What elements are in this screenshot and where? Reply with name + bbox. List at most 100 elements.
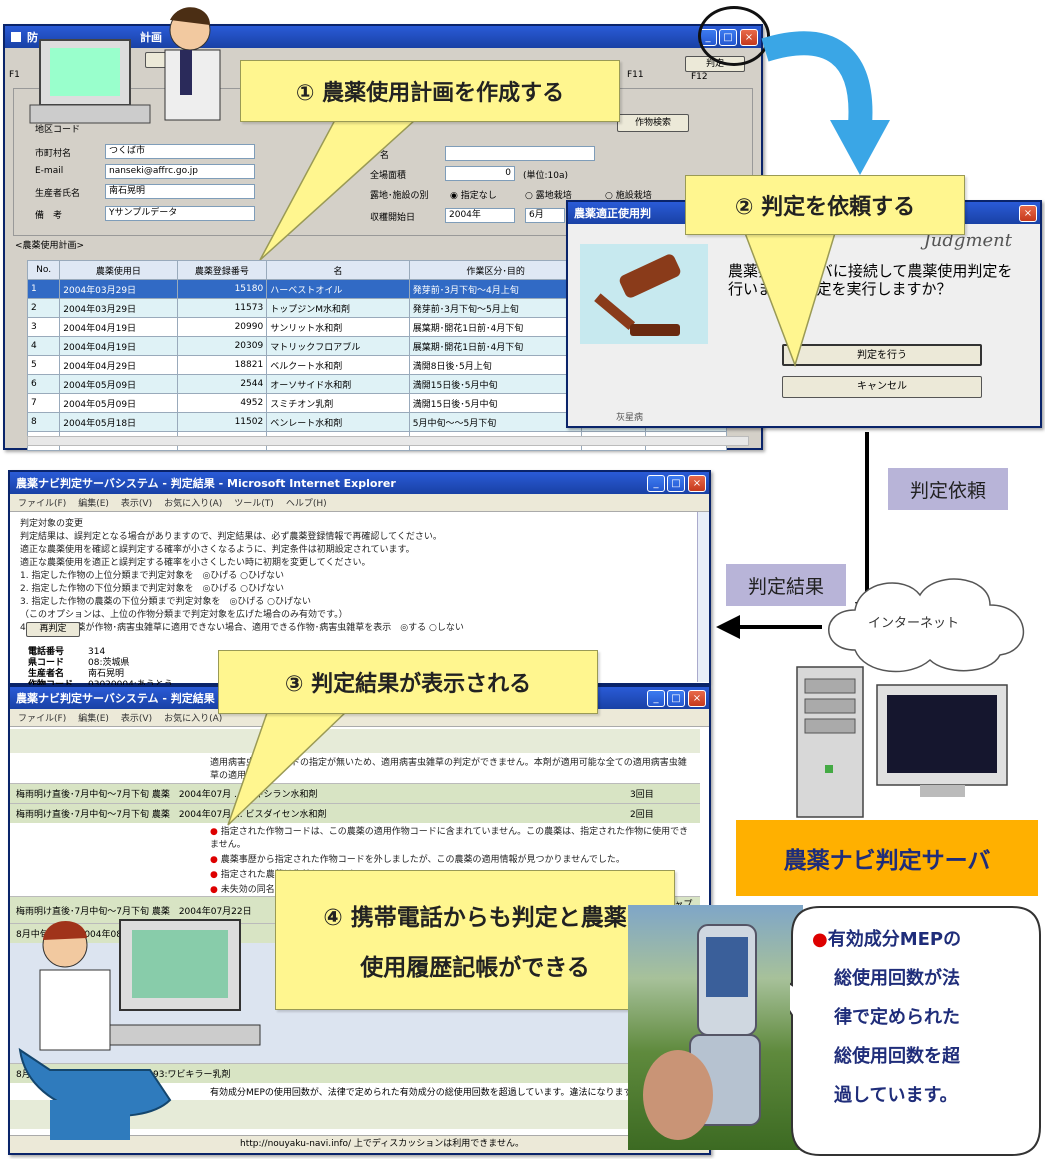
table-header-cell[interactable]: 農薬登録番号 — [176, 260, 268, 280]
browser1-scrollbar[interactable] — [697, 512, 709, 682]
warn-bullet-icon: ● — [210, 885, 221, 895]
table-cell: ベルクート水和剤 — [266, 355, 410, 375]
table-cell: 18821 — [176, 355, 268, 375]
judge-cancel-button[interactable]: キャンセル — [782, 376, 982, 398]
menu-item[interactable]: 編集(E) — [78, 496, 109, 509]
info-row: 生産者名 南石晃明 — [28, 669, 125, 679]
table-cell: 2004年03月29日 — [59, 279, 178, 299]
table-cell: 20990 — [176, 317, 268, 337]
bubble-line-3: 律で定められた — [834, 1007, 960, 1028]
bullet-icon: ● — [812, 929, 828, 950]
warning-bubble: ●有効成分MEPの 総使用回数が法 律で定められた 総使用回数を超 過しています… — [812, 920, 1027, 1115]
table-cell: 満開8日後･5月上旬 — [408, 355, 583, 375]
table-cell: 6 — [26, 374, 61, 394]
blue-curved-arrow — [761, 31, 890, 175]
callout-4-line1: ④ 携帯電話からも判定と農薬 — [323, 905, 627, 931]
result-row-value: 2回目 — [630, 810, 654, 820]
table-cell: スミチオン乳剤 — [266, 393, 410, 413]
judgment-option-line: 判定結果は、誤判定となる場合がありますので、判定結果は、必ず農薬登録情報で再確認… — [20, 532, 442, 542]
f11-label: F11 — [627, 70, 644, 80]
horizontal-scrollbar[interactable] — [27, 436, 749, 446]
menu-item[interactable]: お気に入り(A) — [164, 496, 222, 509]
rejudge-button[interactable]: 再判定 — [26, 622, 80, 637]
callout-step-1: ① 農薬使用計画を作成する — [240, 60, 620, 122]
table-cell: 1 — [26, 279, 61, 299]
judgment-option-line: 適正な農薬使用を確認と誤判定する確率が小さくなるように、判定条件は初期設定されて… — [20, 545, 415, 555]
result-arrow-left — [716, 615, 822, 639]
browser1-menubar: ファイル(F) 編集(E) 表示(V) お気に入り(A) ツール(T) ヘルプ(H) — [10, 494, 709, 512]
table-header-cell[interactable]: 作業区分･目的 — [408, 260, 583, 280]
table-cell: 満開15日後･5月中旬 — [408, 393, 583, 413]
judgment-option-line: （このオプションは、上位の作物分類まで判定対象を広げた場合のみ有効です。） — [20, 610, 348, 620]
menu-item[interactable]: 表示(V) — [121, 496, 152, 509]
table-cell: 20309 — [176, 336, 268, 356]
table-cell: 2004年04月19日 — [59, 317, 178, 337]
table-cell: 2004年05月09日 — [59, 393, 178, 413]
warn-bullet-icon: ● — [210, 855, 221, 865]
table-cell: トップジンM水和剤 — [266, 298, 410, 318]
table-cell: 15180 — [176, 279, 268, 299]
callout-step-3: ③ 判定結果が表示される — [218, 650, 598, 714]
person-at-computer-illustration — [29, 7, 221, 124]
table-cell: 発芽前･3月下旬～5月上旬 — [408, 298, 583, 318]
menu-item[interactable]: 編集(E) — [78, 711, 109, 724]
mobile-phone-icon — [643, 924, 761, 1140]
table-cell: 2 — [26, 298, 61, 318]
table-cell: 3 — [26, 317, 61, 337]
menu-item[interactable]: ヘルプ(H) — [286, 496, 327, 509]
browser1-close-button[interactable]: × — [688, 475, 706, 492]
table-cell: ハーベストオイル — [266, 279, 410, 299]
menu-item[interactable]: ツール(T) — [234, 496, 274, 509]
table-cell: マトリックフロアブル — [266, 336, 410, 356]
menu-item[interactable]: 表示(V) — [121, 711, 152, 724]
bubble-line-2: 総使用回数が法 — [834, 968, 960, 989]
table-cell: 4 — [26, 336, 61, 356]
email-input[interactable]: nanseki@affrc.go.jp — [105, 164, 255, 179]
browser2-maximize-button[interactable]: □ — [667, 690, 685, 707]
table-cell: サンリット水和剤 — [266, 317, 410, 337]
table-cell: 5月中旬～～5月下旬 — [408, 412, 583, 432]
table-header-cell[interactable]: 名 — [266, 260, 410, 280]
table-cell: 2004年05月18日 — [59, 412, 178, 432]
browser1-minimize-button[interactable]: _ — [647, 475, 665, 492]
callout-3-wrapper: ③ 判定結果が表示される — [218, 650, 598, 830]
table-cell: 展葉期･開花1日前･4月下旬 — [408, 317, 583, 337]
table-header-cell[interactable]: 農薬使用日 — [59, 260, 178, 280]
seisansha-input[interactable]: 南石晃明 — [105, 184, 255, 199]
crop-search-button[interactable]: 作物検索 — [617, 114, 689, 132]
table-cell: 展葉期･開花1日前･4月下旬 — [408, 336, 583, 356]
table-cell: 2004年05月09日 — [59, 374, 178, 394]
f12-label: F12 — [691, 72, 708, 82]
table-cell: 2004年04月19日 — [59, 336, 178, 356]
table-cell: 5 — [26, 355, 61, 375]
browser2-minimize-button[interactable]: _ — [647, 690, 665, 707]
table-cell: ベンレート水和剤 — [266, 412, 410, 432]
browser2-close-button[interactable]: × — [688, 690, 706, 707]
table-cell: 2544 — [176, 374, 268, 394]
mobile-phone-photo — [628, 905, 803, 1150]
callout-step-2: ② 判定を依頼する — [685, 175, 965, 235]
menu-item[interactable]: ファイル(F) — [18, 496, 66, 509]
judgment-option-line: 1. 指定した作物の上位分類まで判定対象を ◎ひげる ○ひげない — [20, 571, 285, 581]
warn-bullet-icon: ● — [210, 870, 221, 880]
warn-line: ● 農薬事歴から指定された作物コードを外しましたが、この農薬の適用情報が見つかり… — [10, 851, 700, 866]
judgment-option-line: 2. 指定した作物の下位分類まで判定対象を ◎ひげる ○ひげない — [20, 584, 285, 594]
judgment-option-line: 適正な農薬使用を適正と誤判定する確率を小さくしたい時に初期を変更してください。 — [20, 558, 371, 568]
dialog-extra-text: 灰星病 — [616, 413, 644, 423]
bubble-line-1: ●有効成分MEPの — [812, 929, 962, 950]
table-cell: 2004年04月29日 — [59, 355, 178, 375]
menu-item[interactable]: ファイル(F) — [18, 711, 66, 724]
table-header-cell[interactable]: No. — [26, 260, 61, 280]
server-illustration — [796, 666, 1008, 818]
browser1-maximize-button[interactable]: □ — [667, 475, 685, 492]
callout-4-line2: 使用履歴記帳ができる — [360, 955, 590, 981]
dialog-close-button[interactable]: × — [1019, 205, 1037, 222]
table-cell: 11502 — [176, 412, 268, 432]
table-cell: オーソサイド水和剤 — [266, 374, 410, 394]
biko-input[interactable]: Yサンプルデータ — [105, 206, 255, 221]
info-row: 電話番号 314 — [28, 647, 106, 657]
request-tag: 判定依頼 — [888, 468, 1008, 510]
menu-item[interactable]: お気に入り(A) — [164, 711, 222, 724]
browser1-title: 農薬ナビ判定サーバシステム - 判定結果 - Microsoft Interne… — [16, 477, 396, 490]
user-with-computer-illustration — [18, 919, 261, 1140]
